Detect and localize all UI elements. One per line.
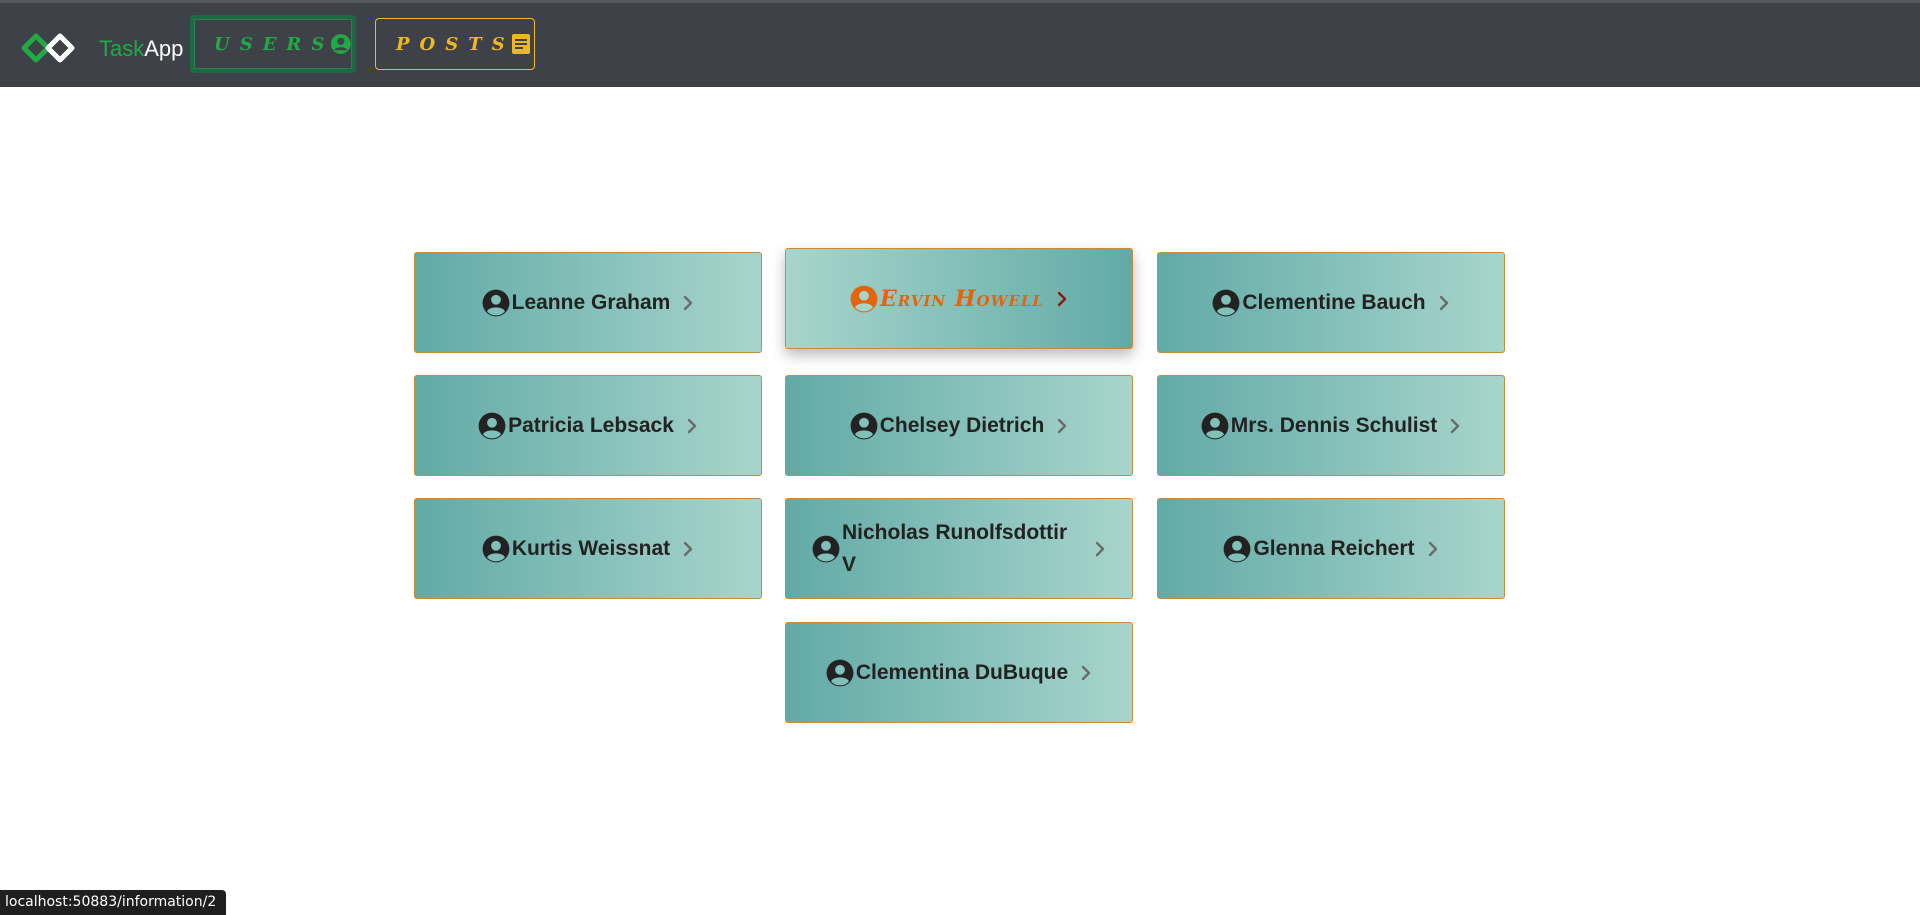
user-card[interactable]: Kurtis Weissnat <box>414 498 762 599</box>
brand-name[interactable]: TaskApp <box>99 34 183 64</box>
user-card-name: Clementine Bauch <box>1242 290 1426 314</box>
user-card[interactable]: Clementine Bauch <box>1157 252 1505 353</box>
user-circle-icon <box>826 659 854 687</box>
brand-app: App <box>144 36 184 61</box>
nav-posts-label: Posts <box>396 33 515 55</box>
user-card-name: Kurtis Weissnat <box>511 536 671 560</box>
user-card-name: Mrs. Dennis Schulist <box>1230 413 1438 437</box>
nav-users-button[interactable]: Users <box>190 15 356 73</box>
user-card[interactable]: Leanne Graham <box>414 252 762 353</box>
top-navbar: TaskApp Users Posts <box>0 0 1920 87</box>
chevron-right-icon <box>1438 295 1450 311</box>
user-circle-icon <box>482 289 510 317</box>
chevron-right-icon <box>1056 291 1068 307</box>
user-card[interactable]: Nicholas Runolfsdottir V <box>785 498 1133 599</box>
user-circle-icon <box>1201 412 1229 440</box>
user-card-name: Glenna Reichert <box>1253 536 1415 560</box>
user-card[interactable]: Chelsey Dietrich <box>785 375 1133 476</box>
user-circle-icon <box>478 412 506 440</box>
user-card-name: Clementina DuBuque <box>855 660 1069 684</box>
chevron-right-icon <box>1094 541 1106 557</box>
nav-posts-button[interactable]: Posts <box>375 18 535 70</box>
chevron-right-icon <box>682 541 694 557</box>
user-card-name: Nicholas Runolfsdottir V <box>842 520 1068 576</box>
chevron-right-icon <box>682 295 694 311</box>
user-card-name: Patricia Lebsack <box>508 413 674 437</box>
app-logo-icon[interactable] <box>20 30 80 66</box>
user-card[interactable]: Ervin Howell <box>785 248 1133 349</box>
user-circle-icon <box>812 535 840 563</box>
user-card-name: Ervin Howell <box>880 285 1044 312</box>
user-card[interactable]: Patricia Lebsack <box>414 375 762 476</box>
chevron-right-icon <box>686 418 698 434</box>
chevron-right-icon <box>1449 418 1461 434</box>
user-circle-icon <box>850 285 878 313</box>
chevron-right-icon <box>1427 541 1439 557</box>
note-icon <box>511 34 530 54</box>
user-card[interactable]: Mrs. Dennis Schulist <box>1157 375 1505 476</box>
user-circle-icon <box>850 412 878 440</box>
user-circle-icon <box>1223 535 1251 563</box>
user-circle-icon <box>482 535 510 563</box>
brand-task: Task <box>99 36 145 61</box>
user-card-name: Leanne Graham <box>511 290 671 314</box>
user-card-name: Chelsey Dietrich <box>879 413 1045 437</box>
user-card[interactable]: Glenna Reichert <box>1157 498 1505 599</box>
chevron-right-icon <box>1080 665 1092 681</box>
user-card[interactable]: Clementina DuBuque <box>785 622 1133 723</box>
nav-users-label: Users <box>214 33 335 55</box>
status-bar-url: localhost:50883/information/2 <box>0 890 227 915</box>
user-circle-icon <box>1212 289 1240 317</box>
user-circle-icon <box>331 34 352 54</box>
chevron-right-icon <box>1056 418 1068 434</box>
